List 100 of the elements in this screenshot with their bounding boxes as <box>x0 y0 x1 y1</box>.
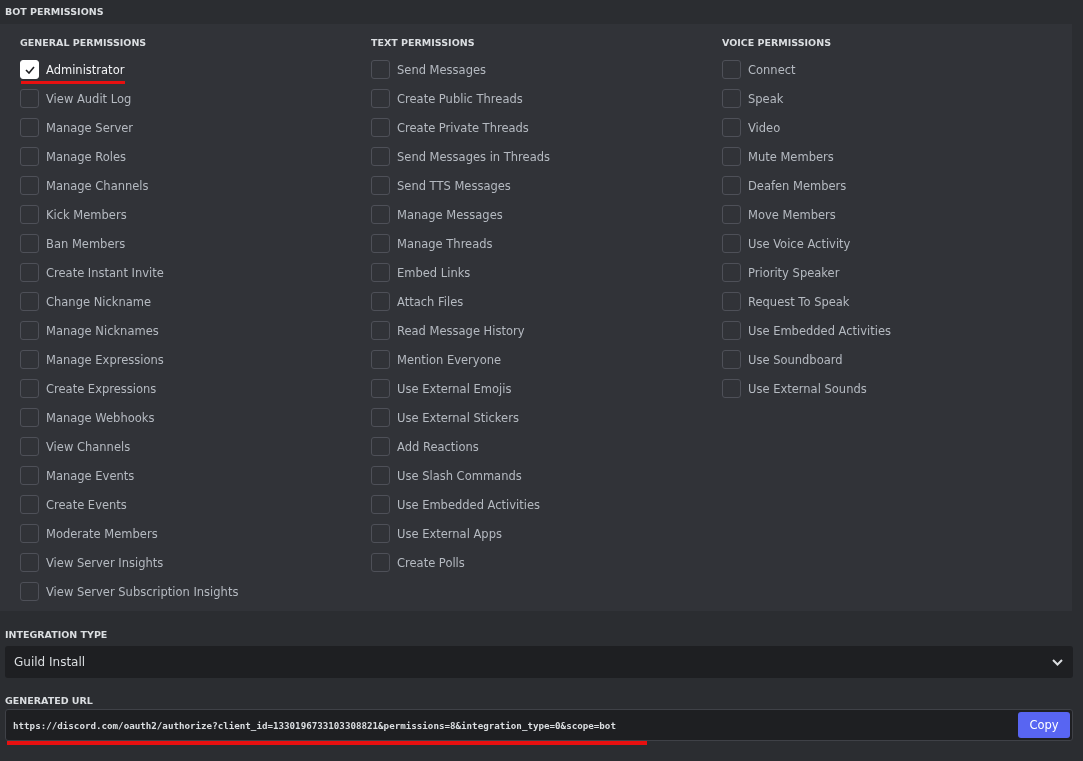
checkbox[interactable] <box>20 234 39 253</box>
permission-label[interactable]: View Audit Log <box>46 91 132 106</box>
checkbox[interactable] <box>20 147 39 166</box>
checkbox[interactable] <box>20 495 39 514</box>
permission-label[interactable]: Use External Emojis <box>397 381 512 396</box>
permission-label[interactable]: Attach Files <box>397 294 464 309</box>
permission-label[interactable]: Create Public Threads <box>397 91 523 106</box>
permission-label[interactable]: Priority Speaker <box>748 265 840 280</box>
permission-label[interactable]: Manage Webhooks <box>46 410 155 425</box>
permission-label[interactable]: Kick Members <box>46 207 127 222</box>
checkbox[interactable] <box>722 176 741 195</box>
checkbox[interactable] <box>20 379 39 398</box>
permission-label[interactable]: Ban Members <box>46 236 126 251</box>
checkbox[interactable] <box>371 437 390 456</box>
checkbox[interactable] <box>722 292 741 311</box>
permission-label[interactable]: Use Embedded Activities <box>397 497 541 512</box>
checkbox[interactable] <box>20 553 39 572</box>
copy-button[interactable]: Copy <box>1018 712 1070 738</box>
permission-label[interactable]: View Channels <box>46 439 131 454</box>
checkbox[interactable] <box>722 60 741 79</box>
checkbox[interactable] <box>722 89 741 108</box>
permission-label[interactable]: Request To Speak <box>748 294 850 309</box>
checkbox[interactable] <box>20 582 39 601</box>
permission-label[interactable]: Use Voice Activity <box>748 236 851 251</box>
checkbox[interactable] <box>20 118 39 137</box>
checkbox[interactable] <box>371 495 390 514</box>
permission-label[interactable]: Connect <box>748 62 796 77</box>
permission-label[interactable]: Manage Nicknames <box>46 323 159 338</box>
checkbox[interactable] <box>371 118 390 137</box>
url-field[interactable]: https://discord.com/oauth2/authorize?client_id=1330196733103308821&permissions=8&integration_type=0&scope=bot Copy <box>5 709 1073 741</box>
checkbox[interactable] <box>722 205 741 224</box>
permission-label[interactable]: Use External Apps <box>397 526 502 541</box>
permission-label[interactable]: Manage Threads <box>397 236 493 251</box>
permission-label[interactable]: Embed Links <box>397 265 471 280</box>
permission-label[interactable]: Use Soundboard <box>748 352 843 367</box>
permission-label[interactable]: Move Members <box>748 207 836 222</box>
permission-label[interactable]: Use External Stickers <box>397 410 519 425</box>
checkbox[interactable] <box>371 379 390 398</box>
checkbox[interactable] <box>371 89 390 108</box>
checkbox[interactable] <box>20 176 39 195</box>
permission-label[interactable]: Moderate Members <box>46 526 158 541</box>
permission-label[interactable]: Mute Members <box>748 149 834 164</box>
permission-label[interactable]: Manage Events <box>46 468 135 483</box>
checkbox[interactable] <box>722 379 741 398</box>
permission-label[interactable]: Use Embedded Activities <box>748 323 892 338</box>
checkbox[interactable] <box>371 176 390 195</box>
permission-label[interactable]: Manage Channels <box>46 178 149 193</box>
permission-label[interactable]: View Server Insights <box>46 555 164 570</box>
permission-label[interactable]: Speak <box>748 91 784 106</box>
checkbox[interactable] <box>20 408 39 427</box>
permission-label[interactable]: Add Reactions <box>397 439 479 454</box>
permission-label[interactable]: Send TTS Messages <box>397 178 511 193</box>
permission-label[interactable]: Create Polls <box>397 555 465 570</box>
permission-label[interactable]: Create Instant Invite <box>46 265 164 280</box>
checkbox[interactable] <box>371 60 390 79</box>
checkbox[interactable] <box>20 292 39 311</box>
checkbox[interactable] <box>20 321 39 340</box>
checkbox[interactable] <box>722 263 741 282</box>
permission-label[interactable]: Manage Expressions <box>46 352 164 367</box>
checkbox[interactable] <box>722 118 741 137</box>
checkbox[interactable] <box>371 234 390 253</box>
permission-label[interactable]: View Server Subscription Insights <box>46 584 239 599</box>
checkbox[interactable] <box>371 553 390 572</box>
checkbox[interactable] <box>20 263 39 282</box>
checkbox[interactable] <box>722 321 741 340</box>
permission-label[interactable]: Send Messages in Threads <box>397 149 550 164</box>
checkbox[interactable] <box>722 350 741 369</box>
checkbox[interactable] <box>371 408 390 427</box>
checkbox[interactable] <box>371 321 390 340</box>
checkbox[interactable] <box>371 292 390 311</box>
permission-label[interactable]: Use External Sounds <box>748 381 867 396</box>
permission-label[interactable]: Manage Roles <box>46 149 127 164</box>
checkbox[interactable] <box>20 350 39 369</box>
permission-label[interactable]: Mention Everyone <box>397 352 502 367</box>
permission-label[interactable]: Manage Server <box>46 120 134 135</box>
checkbox[interactable] <box>371 466 390 485</box>
checkbox[interactable] <box>20 437 39 456</box>
checkbox[interactable] <box>722 234 741 253</box>
permission-label[interactable]: Change Nickname <box>46 294 152 309</box>
checkbox[interactable] <box>371 205 390 224</box>
permission-label[interactable]: Manage Messages <box>397 207 503 222</box>
checkbox[interactable] <box>20 466 39 485</box>
checkbox[interactable] <box>371 350 390 369</box>
permission-label[interactable]: Create Expressions <box>46 381 157 396</box>
checkbox[interactable] <box>371 524 390 543</box>
checkbox[interactable] <box>20 524 39 543</box>
permission-label[interactable]: Deafen Members <box>748 178 847 193</box>
permission-label[interactable]: Send Messages <box>397 62 486 77</box>
permission-label[interactable]: Create Private Threads <box>397 120 529 135</box>
checkbox[interactable] <box>20 89 39 108</box>
permission-label[interactable]: Video <box>748 120 781 135</box>
permission-label[interactable]: Create Events <box>46 497 127 512</box>
permission-label[interactable]: Administrator <box>46 62 125 77</box>
checkbox[interactable] <box>20 205 39 224</box>
checkbox[interactable] <box>371 147 390 166</box>
checkbox[interactable] <box>371 263 390 282</box>
permission-label[interactable]: Read Message History <box>397 323 525 338</box>
permission-label[interactable]: Use Slash Commands <box>397 468 522 483</box>
checkbox[interactable] <box>722 147 741 166</box>
integration-type-dropdown[interactable]: Guild Install <box>5 646 1073 678</box>
